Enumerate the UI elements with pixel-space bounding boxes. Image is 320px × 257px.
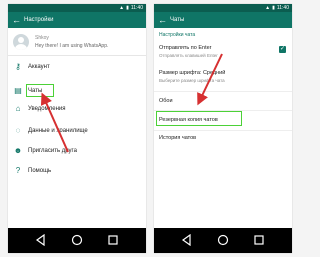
setting-subtitle: Выберите размер шрифта чата xyxy=(159,78,225,83)
signal-icon: ▲ xyxy=(265,5,271,11)
profile-status: Hey there! I am using WhatsApp. xyxy=(35,43,109,49)
chat-settings-list: Настройки чата Отправлять по Enter Отпра… xyxy=(154,28,292,228)
nav-home-icon[interactable] xyxy=(217,234,229,246)
section-header: Настройки чата xyxy=(159,32,196,38)
setting-wallpaper[interactable]: Обои xyxy=(154,92,292,110)
avatar[interactable] xyxy=(13,34,29,50)
setting-title: История чатов xyxy=(159,135,197,141)
menu-item-label: Аккаунт xyxy=(28,64,50,70)
back-arrow-icon[interactable]: ← xyxy=(12,14,21,26)
setting-title: Отправлять по Enter xyxy=(159,45,212,51)
setting-title: Резервная копия чатов xyxy=(159,117,218,123)
people-icon: ☻ xyxy=(13,146,23,155)
page-title: Настройки xyxy=(24,17,54,23)
status-bar: ▲ ▮ 11:40 xyxy=(154,4,292,12)
menu-item-invite[interactable]: ☻ Пригласить друга xyxy=(8,142,146,160)
setting-font-size[interactable]: Размер шрифта: Средний Выберите размер ш… xyxy=(154,66,292,88)
profile-name: Shkoy xyxy=(35,35,49,41)
battery-icon: ▮ xyxy=(126,5,129,11)
setting-chat-backup[interactable]: Резервная копия чатов xyxy=(154,111,292,129)
setting-chat-history[interactable]: История чатов xyxy=(154,131,292,149)
status-time: 11:40 xyxy=(130,5,143,11)
navigation-bar xyxy=(8,228,146,253)
enter-send-checkbox[interactable]: ✓ xyxy=(279,46,286,53)
menu-item-label: Данные и хранилище xyxy=(28,128,88,134)
menu-item-account[interactable]: ⚷ Аккаунт xyxy=(8,58,146,76)
key-icon: ⚷ xyxy=(15,62,21,71)
battery-icon: ▮ xyxy=(272,5,275,11)
status-time: 11:40 xyxy=(276,5,289,11)
app-bar: ← Чаты xyxy=(154,12,292,28)
bell-icon: ⌂ xyxy=(15,104,21,113)
help-icon: ? xyxy=(15,166,21,175)
menu-item-help[interactable]: ? Помощь xyxy=(8,162,146,180)
menu-item-chats[interactable]: ▤ Чаты xyxy=(8,82,146,100)
setting-title: Обои xyxy=(159,98,173,104)
signal-icon: ▲ xyxy=(119,5,125,11)
nav-recent-icon[interactable] xyxy=(253,234,265,246)
phone-screen-chats: ▲ ▮ 11:40 ← Чаты Настройки чата Отправля… xyxy=(154,4,292,253)
nav-back-icon[interactable] xyxy=(181,234,193,246)
page-title: Чаты xyxy=(170,17,185,23)
phone-screen-settings: ▲ ▮ 11:40 ← Настройки Shkoy Hey there! I… xyxy=(8,4,146,253)
profile-row[interactable]: Shkoy Hey there! I am using WhatsApp. xyxy=(8,28,146,56)
setting-title: Размер шрифта: Средний xyxy=(159,70,226,76)
data-icon: ◌ xyxy=(15,126,21,135)
setting-enter-send[interactable]: Отправлять по Enter Отправлять клавишей … xyxy=(154,42,292,64)
setting-subtitle: Отправлять клавишей Enter xyxy=(159,53,218,58)
app-bar: ← Настройки xyxy=(8,12,146,28)
settings-list: Shkoy Hey there! I am using WhatsApp. ⚷ … xyxy=(8,28,146,228)
nav-recent-icon[interactable] xyxy=(107,234,119,246)
menu-item-label: Пригласить друга xyxy=(28,148,77,154)
nav-back-icon[interactable] xyxy=(35,234,47,246)
navigation-bar xyxy=(154,228,292,253)
menu-item-label: Чаты xyxy=(28,88,43,94)
chat-icon: ▤ xyxy=(14,86,22,95)
back-arrow-icon[interactable]: ← xyxy=(158,14,167,26)
menu-item-notifications[interactable]: ⌂ Уведомления xyxy=(8,100,146,118)
menu-item-label: Помощь xyxy=(28,168,52,174)
menu-item-data-storage[interactable]: ◌ Данные и хранилище xyxy=(8,122,146,140)
nav-home-icon[interactable] xyxy=(71,234,83,246)
menu-item-label: Уведомления xyxy=(28,106,66,112)
status-bar: ▲ ▮ 11:40 xyxy=(8,4,146,12)
